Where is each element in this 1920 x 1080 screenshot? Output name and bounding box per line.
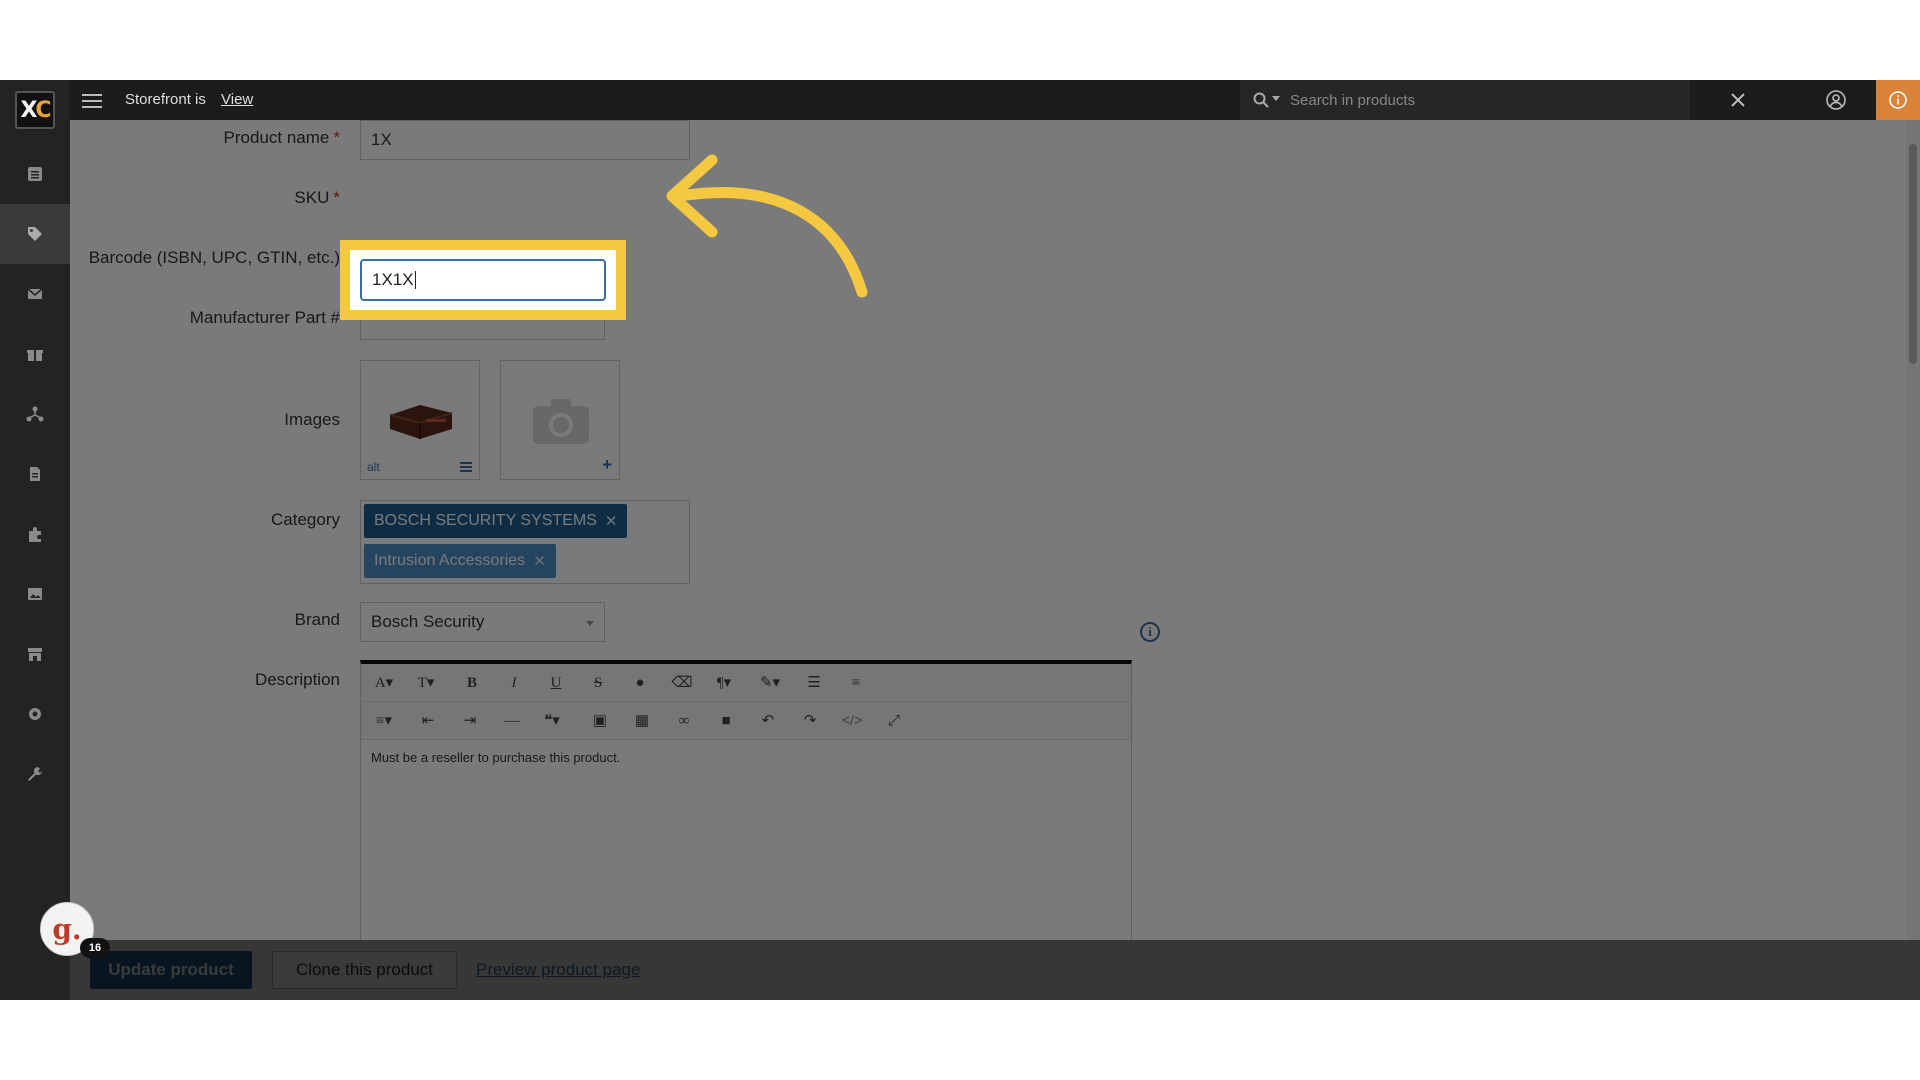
notification-count-badge: 16 — [80, 938, 110, 958]
app-window: XC Storefront is View Search in products… — [0, 80, 1920, 1000]
arrow-annotation-icon — [666, 154, 868, 298]
